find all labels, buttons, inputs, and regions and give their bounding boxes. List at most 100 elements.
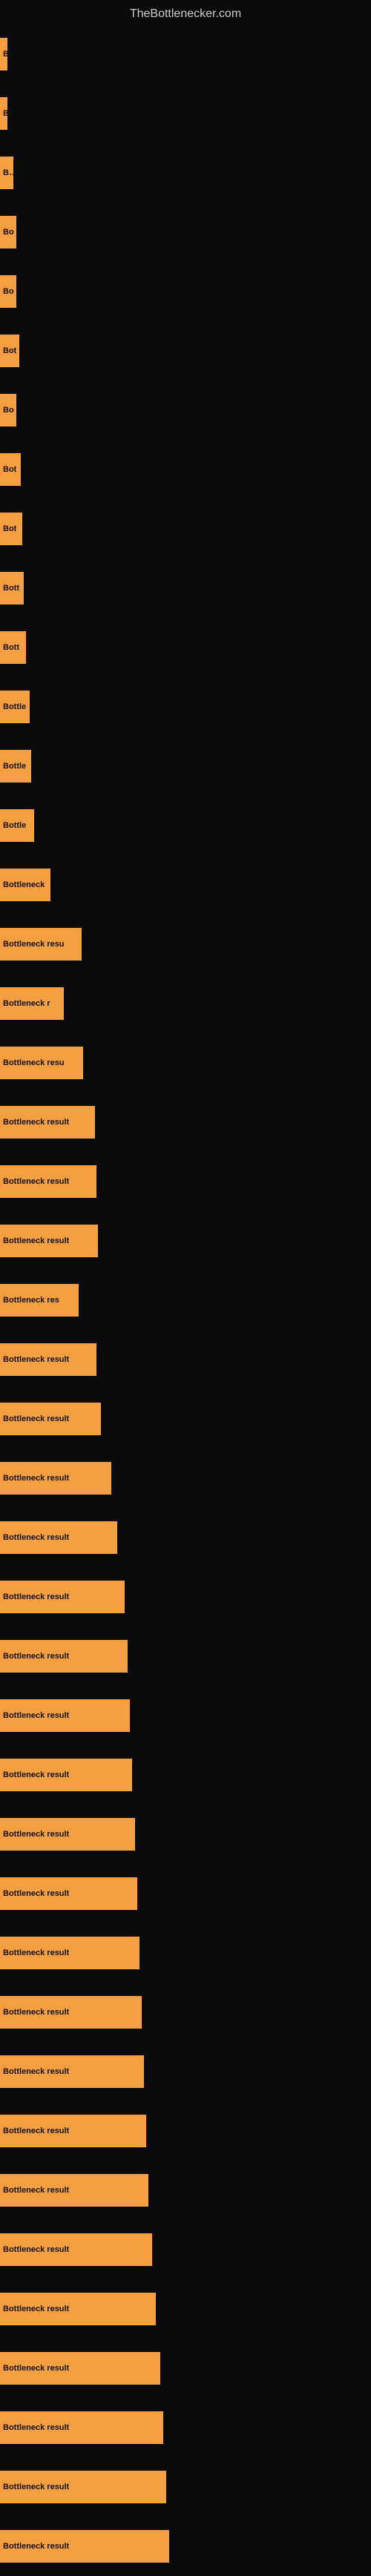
bar-27: Bottleneck result — [0, 1640, 128, 1673]
bar-row-30: Bottleneck result — [0, 1805, 371, 1864]
bar-row-24: Bottleneck result — [0, 1449, 371, 1508]
bar-33: Bottleneck result — [0, 1996, 142, 2029]
bar-24: Bottleneck result — [0, 1462, 111, 1495]
bar-row-38: Bottleneck result — [0, 2279, 371, 2339]
bar-label-21: Bottleneck res — [3, 1296, 59, 1305]
bar-label-29: Bottleneck result — [3, 1770, 69, 1779]
site-title: TheBottlenecker.com — [0, 0, 371, 24]
bar-row-18: Bottleneck result — [0, 1093, 371, 1152]
bar-row-7: Bot — [0, 440, 371, 499]
bar-label-12: Bottle — [3, 762, 26, 771]
bar-label-2: Bo — [3, 168, 13, 177]
bar-label-11: Bottle — [3, 702, 26, 711]
bar-32: Bottleneck result — [0, 1937, 139, 1969]
bar-37: Bottleneck result — [0, 2233, 152, 2266]
bar-row-22: Bottleneck result — [0, 1330, 371, 1389]
bar-10: Bott — [0, 631, 26, 664]
bar-14: Bottleneck — [0, 869, 50, 901]
bar-label-18: Bottleneck result — [3, 1118, 69, 1127]
bar-2: Bo — [0, 157, 13, 189]
bar-label-40: Bottleneck result — [3, 2423, 69, 2432]
bar-row-28: Bottleneck result — [0, 1686, 371, 1745]
bar-22: Bottleneck result — [0, 1343, 96, 1376]
bar-row-25: Bottleneck result — [0, 1508, 371, 1567]
bar-label-25: Bottleneck result — [3, 1533, 69, 1542]
bar-39: Bottleneck result — [0, 2352, 160, 2385]
bar-0: B — [0, 38, 7, 70]
bar-5: Bot — [0, 335, 19, 367]
bar-23: Bottleneck result — [0, 1403, 101, 1435]
bar-row-34: Bottleneck result — [0, 2042, 371, 2101]
bar-label-19: Bottleneck result — [3, 1177, 69, 1186]
bar-row-1: B — [0, 84, 371, 143]
bar-label-36: Bottleneck result — [3, 2186, 69, 2195]
bar-row-14: Bottleneck — [0, 855, 371, 915]
bar-row-35: Bottleneck result — [0, 2101, 371, 2161]
bar-label-42: Bottleneck result — [3, 2542, 69, 2551]
bar-row-23: Bottleneck result — [0, 1389, 371, 1449]
bar-16: Bottleneck r — [0, 987, 64, 1020]
bar-label-4: Bo — [3, 287, 14, 296]
bar-label-32: Bottleneck result — [3, 1949, 69, 1957]
bar-label-26: Bottleneck result — [3, 1592, 69, 1601]
bar-8: Bot — [0, 513, 22, 545]
bar-label-22: Bottleneck result — [3, 1355, 69, 1364]
bar-38: Bottleneck result — [0, 2293, 156, 2325]
bar-row-29: Bottleneck result — [0, 1745, 371, 1805]
bar-row-3: Bo — [0, 202, 371, 262]
bar-label-14: Bottleneck — [3, 880, 45, 889]
bar-row-37: Bottleneck result — [0, 2220, 371, 2279]
bar-label-8: Bot — [3, 524, 16, 533]
bar-row-39: Bottleneck result — [0, 2339, 371, 2398]
bar-row-15: Bottleneck resu — [0, 915, 371, 974]
bar-label-39: Bottleneck result — [3, 2364, 69, 2373]
bar-row-5: Bot — [0, 321, 371, 381]
bar-row-26: Bottleneck result — [0, 1567, 371, 1627]
bar-row-8: Bot — [0, 499, 371, 559]
bar-label-15: Bottleneck resu — [3, 940, 65, 949]
bar-label-38: Bottleneck result — [3, 2305, 69, 2313]
bar-row-0: B — [0, 24, 371, 84]
bar-3: Bo — [0, 216, 16, 248]
bar-label-13: Bottle — [3, 821, 26, 830]
bar-label-20: Bottleneck result — [3, 1236, 69, 1245]
bar-31: Bottleneck result — [0, 1877, 137, 1910]
bar-label-1: B — [3, 109, 7, 118]
bar-row-33: Bottleneck result — [0, 1983, 371, 2042]
bar-1: B — [0, 97, 7, 130]
bar-17: Bottleneck resu — [0, 1047, 83, 1079]
bar-label-30: Bottleneck result — [3, 1830, 69, 1839]
bar-13: Bottle — [0, 809, 34, 842]
bar-label-41: Bottleneck result — [3, 2483, 69, 2491]
bar-row-10: Bott — [0, 618, 371, 677]
bar-label-33: Bottleneck result — [3, 2008, 69, 2017]
bar-29: Bottleneck result — [0, 1759, 132, 1791]
bar-row-41: Bottleneck result — [0, 2457, 371, 2517]
bar-row-27: Bottleneck result — [0, 1627, 371, 1686]
bar-20: Bottleneck result — [0, 1225, 98, 1257]
bar-28: Bottleneck result — [0, 1699, 130, 1732]
bar-15: Bottleneck resu — [0, 928, 82, 961]
bar-row-12: Bottle — [0, 737, 371, 796]
bar-label-5: Bot — [3, 346, 16, 355]
bar-row-32: Bottleneck result — [0, 1923, 371, 1983]
bar-4: Bo — [0, 275, 16, 308]
bar-9: Bott — [0, 572, 24, 605]
bar-row-42: Bottleneck result — [0, 2517, 371, 2576]
bar-row-4: Bo — [0, 262, 371, 321]
bar-26: Bottleneck result — [0, 1581, 125, 1613]
bar-30: Bottleneck result — [0, 1818, 135, 1851]
bar-label-23: Bottleneck result — [3, 1414, 69, 1423]
bar-label-10: Bott — [3, 643, 19, 652]
bar-row-40: Bottleneck result — [0, 2398, 371, 2457]
bar-row-31: Bottleneck result — [0, 1864, 371, 1923]
bar-row-2: Bo — [0, 143, 371, 202]
bar-label-28: Bottleneck result — [3, 1711, 69, 1720]
bars-container: BBBoBoBoBotBoBotBotBottBottBottleBottleB… — [0, 24, 371, 2576]
bar-12: Bottle — [0, 750, 31, 783]
bar-row-9: Bott — [0, 559, 371, 618]
bar-label-9: Bott — [3, 584, 19, 593]
bar-41: Bottleneck result — [0, 2471, 166, 2503]
bar-label-31: Bottleneck result — [3, 1889, 69, 1898]
bar-36: Bottleneck result — [0, 2174, 148, 2207]
